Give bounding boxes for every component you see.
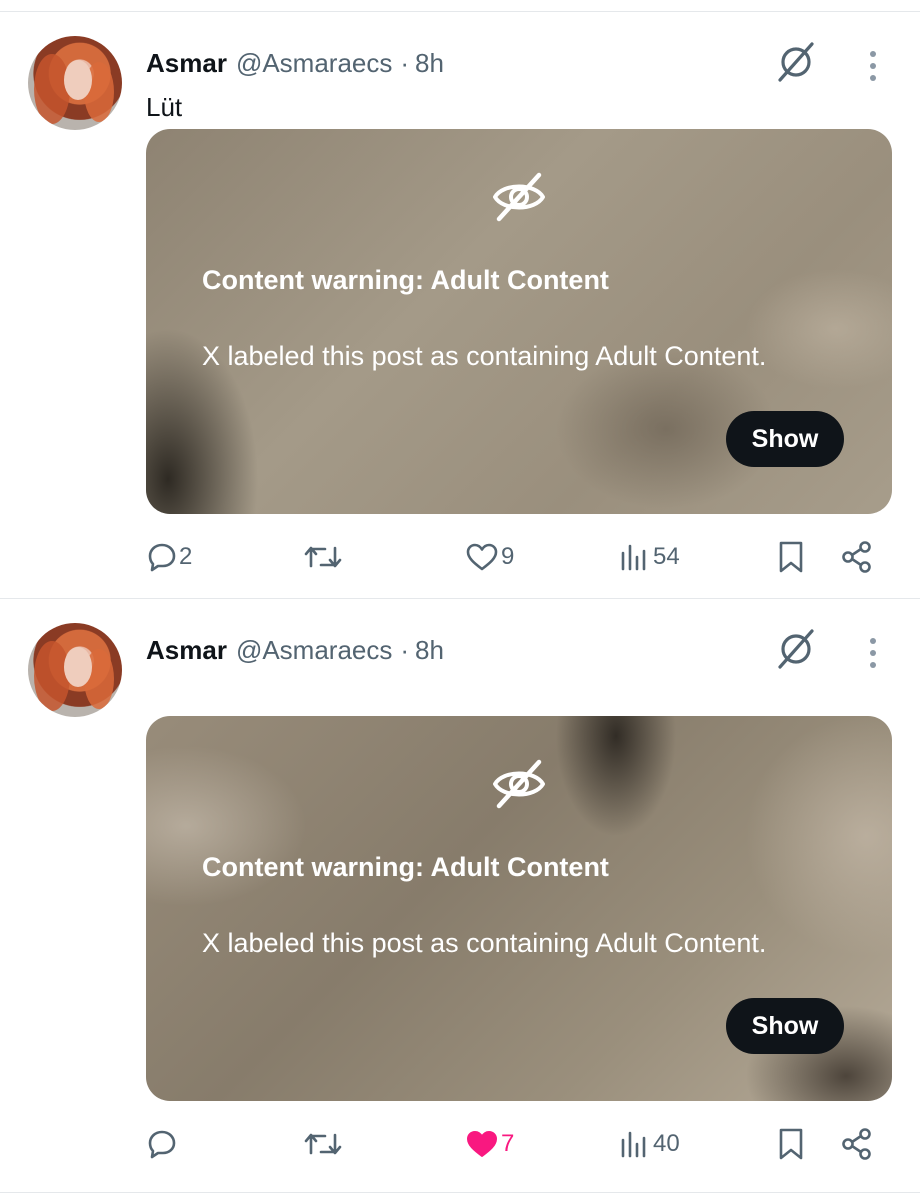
repost-button[interactable] xyxy=(303,537,345,577)
views-icon xyxy=(621,544,646,571)
author-name[interactable]: Asmar xyxy=(146,635,227,666)
sensitive-media[interactable]: Content warning: Adult Content X labeled… xyxy=(146,129,892,514)
post[interactable]: Asmar @Asmaraecs · 8h Content warning: A… xyxy=(0,599,920,1186)
repost-icon xyxy=(304,1133,342,1155)
content-warning-body: X labeled this post as containing Adult … xyxy=(202,341,767,371)
bookmark-icon xyxy=(779,541,803,573)
repost-button[interactable] xyxy=(303,1124,345,1164)
avatar[interactable] xyxy=(28,623,122,717)
repost-icon xyxy=(304,546,342,568)
share-button[interactable] xyxy=(840,537,874,577)
action-bar: 2 9 54 xyxy=(0,537,920,577)
bookmark-button[interactable] xyxy=(776,1124,806,1164)
content-warning-title: Content warning: Adult Content xyxy=(202,265,609,295)
sensitive-media[interactable]: Content warning: Adult Content X labeled… xyxy=(146,716,892,1101)
grok-icon[interactable] xyxy=(774,40,818,84)
like-count: 9 xyxy=(501,543,515,570)
author-name[interactable]: Asmar xyxy=(146,48,227,79)
author-handle[interactable]: @Asmaraecs xyxy=(236,48,392,79)
post-text: Lüt xyxy=(146,92,183,122)
post-header: Asmar @Asmaraecs · 8h xyxy=(146,633,444,667)
post[interactable]: Asmar @Asmaraecs · 8h Lüt Content warnin… xyxy=(0,12,920,599)
separator-dot: · xyxy=(400,47,410,78)
post-time[interactable]: 8h xyxy=(415,48,444,79)
like-filled-icon xyxy=(467,1131,497,1157)
like-icon xyxy=(466,543,498,571)
views-count: 54 xyxy=(653,543,680,570)
bookmark-icon xyxy=(779,1128,803,1160)
views-button[interactable]: 54 xyxy=(619,537,680,577)
show-button[interactable]: Show xyxy=(726,411,844,467)
show-button[interactable]: Show xyxy=(726,998,844,1054)
grok-icon[interactable] xyxy=(774,627,818,671)
like-count: 7 xyxy=(501,1130,515,1157)
reply-icon xyxy=(148,543,176,572)
author-handle[interactable]: @Asmaraecs xyxy=(236,635,392,666)
eye-slash-icon xyxy=(491,756,547,812)
like-button[interactable]: 7 xyxy=(465,1124,514,1164)
eye-slash-icon xyxy=(491,169,547,225)
reply-icon xyxy=(148,1130,176,1159)
share-icon xyxy=(842,541,871,573)
content-warning-body: X labeled this post as containing Adult … xyxy=(202,928,767,958)
share-icon xyxy=(842,1128,871,1160)
views-count: 40 xyxy=(653,1130,680,1157)
share-button[interactable] xyxy=(840,1124,874,1164)
content-warning-title: Content warning: Adult Content xyxy=(202,852,609,882)
avatar[interactable] xyxy=(28,36,122,130)
reply-count: 2 xyxy=(179,543,193,570)
reply-button[interactable] xyxy=(147,1124,179,1164)
like-button[interactable]: 9 xyxy=(465,537,514,577)
more-icon[interactable] xyxy=(858,635,888,671)
post-header: Asmar @Asmaraecs · 8h xyxy=(146,46,444,80)
reply-button[interactable]: 2 xyxy=(147,537,192,577)
views-button[interactable]: 40 xyxy=(619,1124,680,1164)
separator-dot: · xyxy=(400,634,410,665)
post-time[interactable]: 8h xyxy=(415,635,444,666)
bookmark-button[interactable] xyxy=(776,537,806,577)
views-icon xyxy=(621,1131,646,1158)
action-bar: 7 40 xyxy=(0,1124,920,1164)
bottom-divider xyxy=(0,1192,920,1193)
more-icon[interactable] xyxy=(858,48,888,84)
